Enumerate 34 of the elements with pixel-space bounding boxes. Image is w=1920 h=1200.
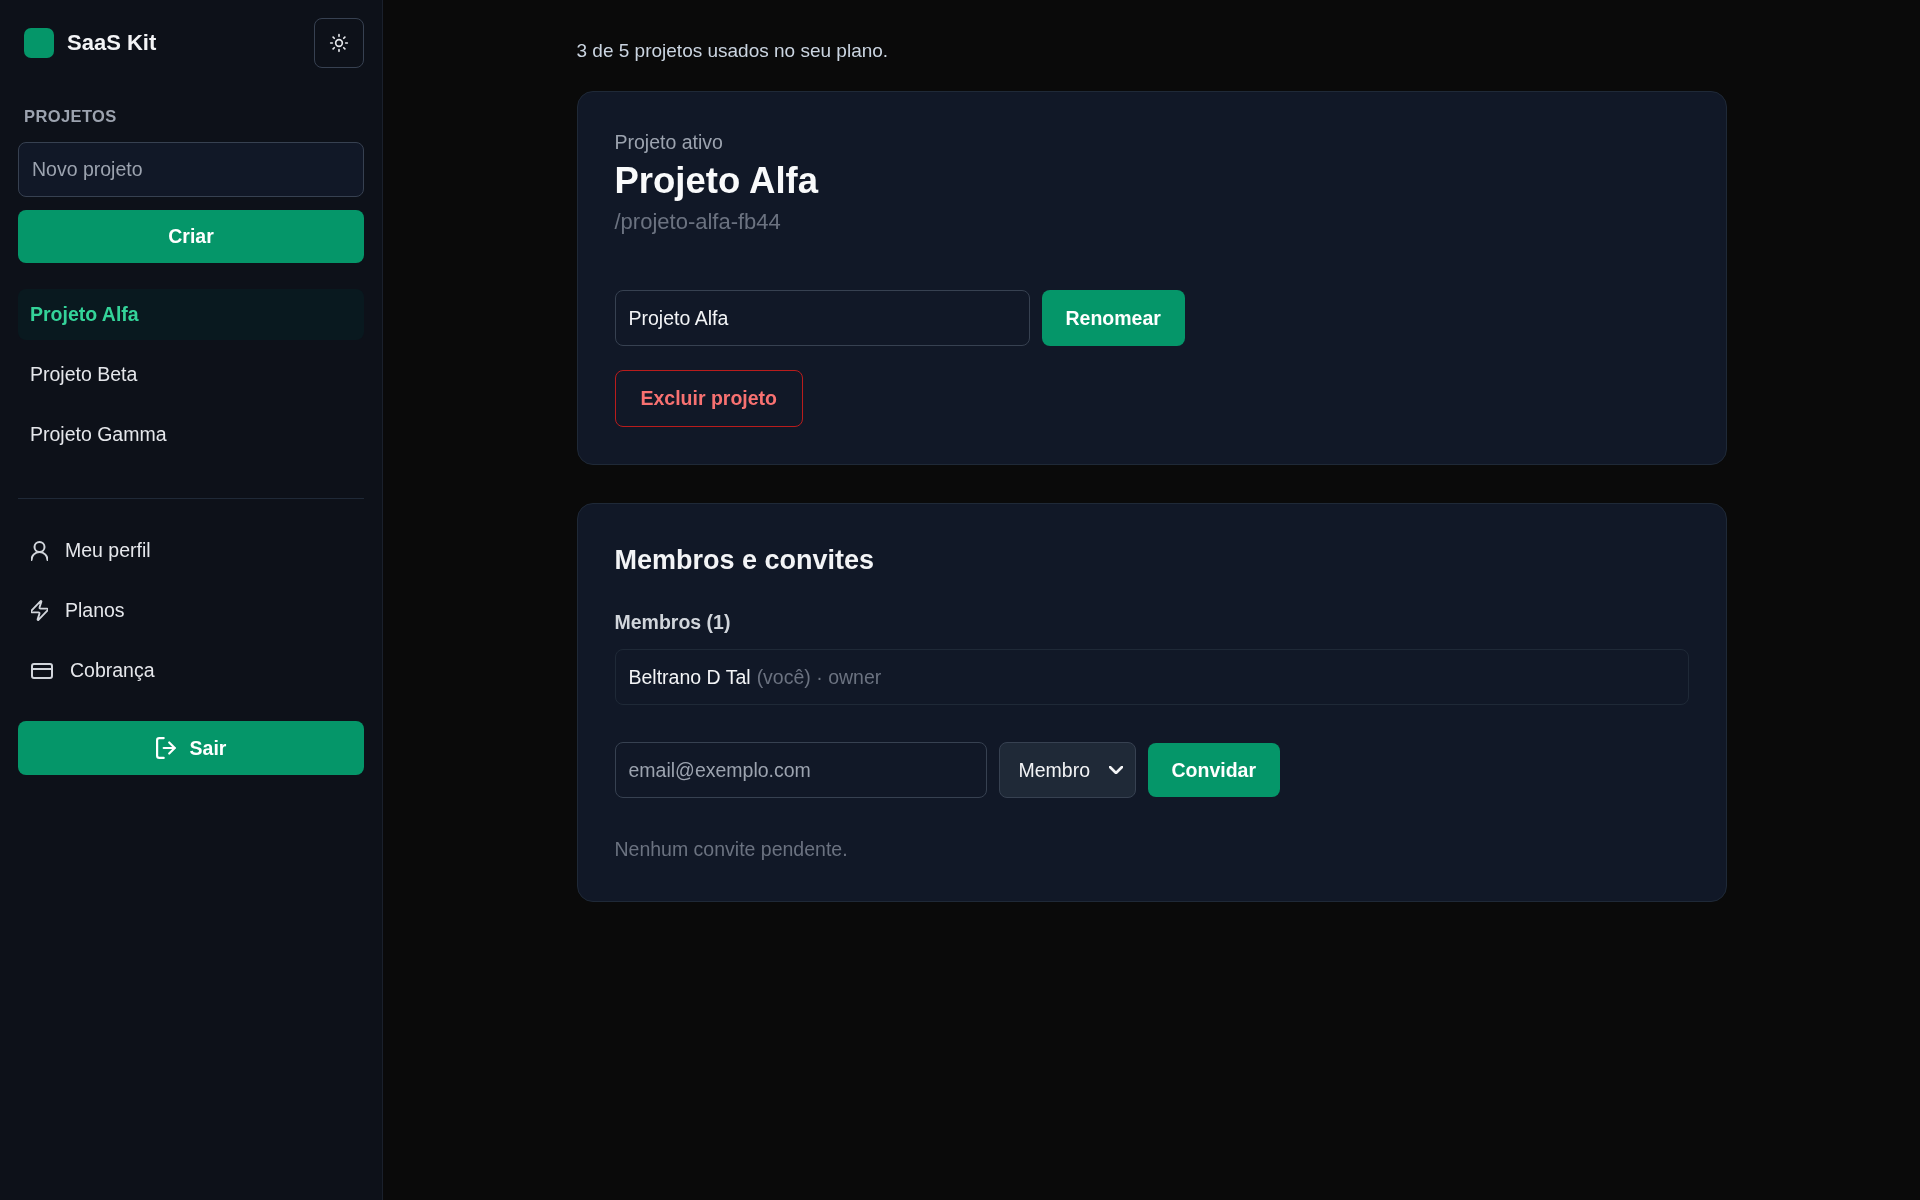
project-item[interactable]: Projeto Beta — [18, 349, 364, 400]
brand-name: SaaS Kit — [67, 30, 157, 56]
invite-button[interactable]: Convidar — [1147, 743, 1280, 797]
project-title: Projeto Alfa — [614, 159, 820, 203]
card-title: Membros e convites — [614, 544, 876, 576]
nav-item[interactable]: Planos — [18, 585, 364, 636]
section-label: PROJETOS — [23, 106, 118, 126]
project-item[interactable]: Projeto Alfa — [18, 289, 364, 340]
member-role: (você) · owner — [756, 665, 882, 689]
rename-button[interactable]: Renomear — [1041, 290, 1185, 346]
theme-toggle-button[interactable] — [314, 18, 364, 68]
project-slug: /projeto-alfa-fb44 — [614, 208, 782, 236]
empty-invites-note: Nenhum convite pendente. — [614, 837, 849, 861]
project-item[interactable]: Projeto Gamma — [18, 409, 364, 460]
role-select[interactable]: Membro — [998, 742, 1136, 798]
usage-note: 3 de 5 projetos usados no seu plano. — [576, 40, 890, 62]
logout-button[interactable]: Sair — [18, 721, 364, 775]
create-button[interactable]: Criar — [18, 210, 364, 263]
project-name-input[interactable]: Projeto Alfa — [614, 290, 1030, 346]
logo-icon — [24, 28, 54, 58]
delete-project-button[interactable]: Excluir projeto — [614, 370, 804, 427]
nav-item[interactable]: Cobrança — [18, 645, 364, 696]
sun-icon — [329, 33, 349, 53]
lightning-icon — [31, 600, 48, 621]
credit-card-icon — [31, 662, 53, 679]
nav-item[interactable]: Meu perfil — [18, 525, 364, 576]
member-name: Beltrano D Tal — [628, 665, 751, 689]
members-heading: Membros (1) — [614, 610, 732, 634]
new-project-input[interactable]: Novo projeto — [18, 142, 364, 197]
card-eyebrow: Projeto ativo — [614, 130, 724, 154]
user-icon — [31, 540, 48, 561]
email-input[interactable]: email@exemplo.com — [614, 742, 987, 798]
logout-icon — [155, 737, 178, 759]
chevron-down-icon — [1108, 766, 1123, 774]
